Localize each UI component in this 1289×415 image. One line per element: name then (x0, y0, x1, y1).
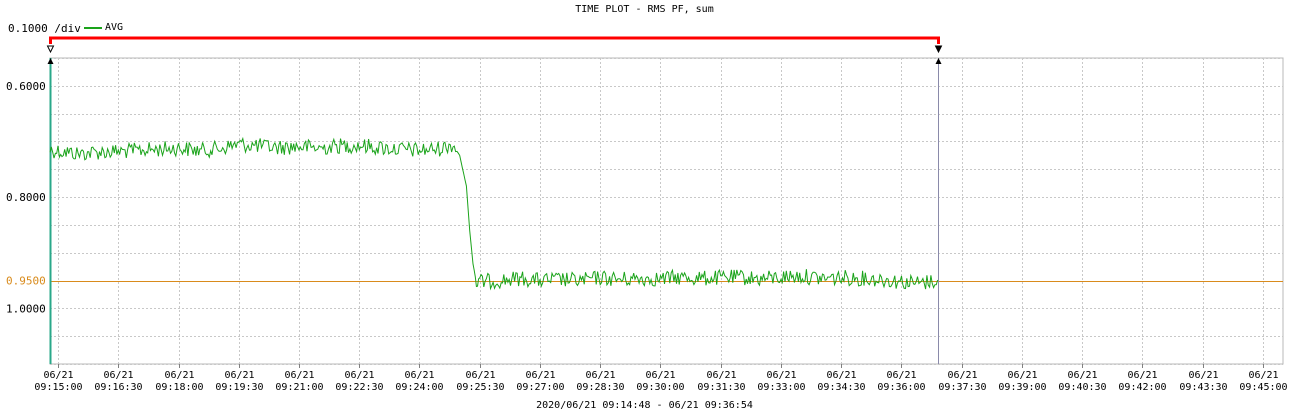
x-tick-label: 09:40:30 (1058, 382, 1106, 393)
x-tick-date: 06/21 (344, 370, 374, 381)
x-tick-date: 06/21 (947, 370, 977, 381)
x-tick-date: 06/21 (766, 370, 796, 381)
x-tick-label: 09:15:00 (34, 382, 82, 393)
x-tick-label: 09:24:00 (395, 382, 443, 393)
y-tick-label: 1.0000 (6, 302, 46, 315)
y-tick-label: 0.6000 (6, 80, 46, 93)
x-tick-date: 06/21 (1188, 370, 1218, 381)
x-tick-label: 09:43:30 (1179, 382, 1227, 393)
x-tick-date: 06/21 (1127, 370, 1157, 381)
plot-frame (49, 57, 1284, 365)
x-tick-date: 06/21 (585, 370, 615, 381)
x-tick-label: 09:36:00 (877, 382, 925, 393)
range-bar (49, 36, 940, 44)
x-tick-date: 06/21 (1007, 370, 1037, 381)
x-tick-date: 06/21 (525, 370, 555, 381)
x-tick-date: 06/21 (465, 370, 495, 381)
range-end-triangle-icon (934, 45, 943, 54)
x-tick-label: 09:19:30 (215, 382, 263, 393)
x-tick-date: 06/21 (706, 370, 736, 381)
x-tick-label: 09:28:30 (576, 382, 624, 393)
y-tick-label: 0.9500 (6, 275, 46, 288)
x-tick-label: 09:31:30 (697, 382, 745, 393)
x-tick-date: 06/21 (886, 370, 916, 381)
x-tick-label: 09:27:00 (516, 382, 564, 393)
x-tick-date: 06/21 (43, 370, 73, 381)
x-tick-label: 09:34:30 (817, 382, 865, 393)
x-tick-date: 06/21 (164, 370, 194, 381)
y-tick-label: 0.8000 (6, 191, 46, 204)
x-tick-label: 09:37:30 (938, 382, 986, 393)
x-tick-label: 09:42:00 (1118, 382, 1166, 393)
x-tick-date: 06/21 (284, 370, 314, 381)
x-tick-label: 09:22:30 (335, 382, 383, 393)
x-tick-date: 06/21 (645, 370, 675, 381)
time-plot: 06/2109:15:0006/2109:16:3006/2109:18:000… (6, 36, 1288, 393)
range-start-triangle-icon (46, 45, 55, 54)
x-tick-date: 06/21 (1067, 370, 1097, 381)
x-tick-label: 09:25:30 (456, 382, 504, 393)
x-tick-label: 09:39:00 (998, 382, 1046, 393)
x-tick-label: 09:16:30 (94, 382, 142, 393)
date-range-label: 2020/06/21 09:14:48 - 06/21 09:36:54 (536, 400, 753, 411)
x-tick-date: 06/21 (404, 370, 434, 381)
x-tick-label: 09:30:00 (636, 382, 684, 393)
x-tick-date: 06/21 (1248, 370, 1278, 381)
x-tick-label: 09:33:00 (757, 382, 805, 393)
x-tick-date: 06/21 (103, 370, 133, 381)
x-tick-label: 09:18:00 (155, 382, 203, 393)
x-tick-date: 06/21 (224, 370, 254, 381)
x-tick-date: 06/21 (826, 370, 856, 381)
x-tick-label: 09:21:00 (275, 382, 323, 393)
x-tick-label: 09:45:00 (1239, 382, 1287, 393)
